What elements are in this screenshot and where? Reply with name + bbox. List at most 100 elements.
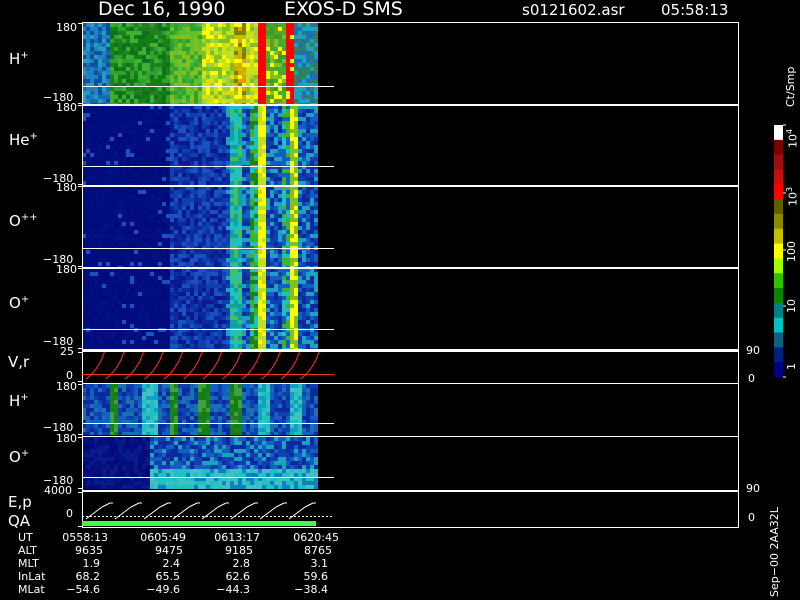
heatmap-cell [242,250,246,254]
heatmap-cell [306,242,310,246]
heatmap-cell [282,177,286,181]
heatmap-cell [94,63,98,67]
heatmap-cell [314,153,318,157]
heatmap-cell [242,336,246,340]
heatmap-cell [286,55,290,59]
heatmap-cell [142,308,146,312]
heatmap-cell [162,320,166,324]
heatmap-cell [142,39,146,43]
heatmap-cell [254,262,258,266]
heatmap-cell [158,145,162,149]
heatmap-cell [86,312,90,316]
heatmap-cell [238,336,242,340]
heatmap-cell [254,198,258,202]
heatmap-cell [182,320,186,324]
heatmap-cell [262,254,266,258]
heatmap-cell [202,153,206,157]
heatmap-cell [158,210,162,214]
heatmap-cell [122,87,126,91]
heatmap-cell [90,129,94,133]
heatmap-cell [166,300,170,304]
heatmap-cell [206,117,210,121]
heatmap-cell [102,300,106,304]
heatmap-cell [142,198,146,202]
heatmap-cell [94,254,98,258]
heatmap-cell [282,137,286,141]
heatmap-cell [146,194,150,198]
heatmap-cell [166,288,170,292]
heatmap-cell [230,117,234,121]
heatmap-cell [214,137,218,141]
heatmap-cell [282,79,286,83]
heatmap-cell [262,95,266,99]
heatmap-cell [270,222,274,226]
heatmap-cell [86,272,90,276]
heatmap-cell [242,173,246,177]
heatmap-cell [310,234,314,238]
heatmap-cell [186,103,190,104]
heatmap-cell [138,250,142,254]
heatmap-cell [150,79,154,83]
heatmap-cell [270,157,274,161]
heatmap-cell [198,300,202,304]
heatmap-cell [178,206,182,210]
heatmap-cell [234,137,238,141]
heatmap-cell [174,254,178,258]
heatmap-cell [218,133,222,137]
heatmap-cell [142,336,146,340]
heatmap-cell [146,190,150,194]
heatmap-cell [238,254,242,258]
heatmap-cell [126,206,130,210]
heatmap-cell [178,226,182,230]
heatmap-cell [122,99,126,103]
heatmap-cell [302,266,306,267]
heatmap-cell [262,272,266,276]
heatmap-cell [142,161,146,165]
heatmap-cell [278,47,282,51]
heatmap-cell [218,198,222,202]
heatmap-cell [278,348,282,349]
heatmap-cell [250,55,254,59]
heatmap-cell [262,67,266,71]
heatmap-cell [194,55,198,59]
heatmap-cell [298,242,302,246]
heatmap-cell [258,272,262,276]
heatmap-cell [306,266,310,267]
heatmap-cell [278,230,282,234]
heatmap-cell [186,177,190,181]
heatmap-cell [198,117,202,121]
heatmap-cell [278,344,282,348]
heatmap-cell [170,348,174,349]
heatmap-cell [134,266,138,267]
heatmap-cell [134,262,138,266]
heatmap-cell [134,75,138,79]
heatmap-cell [222,262,226,266]
heatmap-cell [242,320,246,324]
heatmap-cell [306,113,310,117]
heatmap-cell [242,344,246,348]
heatmap-cell [270,149,274,153]
heatmap-cell [98,408,102,412]
heatmap-cell [122,157,126,161]
heatmap-cell [286,304,290,308]
heatmap-cell [110,332,114,336]
heatmap-cell [106,432,110,435]
heatmap-cell [130,43,134,47]
heatmap-cell [86,254,90,258]
heatmap-cell [146,284,150,288]
heatmap-cell [234,55,238,59]
heatmap-cell [210,242,214,246]
heatmap-cell [262,250,266,254]
heatmap-cell [302,206,306,210]
heatmap-cell [106,238,110,242]
heatmap-cell [286,250,290,254]
heatmap-cell [306,71,310,75]
heatmap-cell [130,320,134,324]
heatmap-cell [86,103,90,104]
heatmap-cell [306,55,310,59]
heatmap-cell [246,234,250,238]
heatmap-cell [278,234,282,238]
heatmap-cell [278,125,282,129]
heatmap-cell [282,202,286,206]
heatmap-cell [122,190,126,194]
